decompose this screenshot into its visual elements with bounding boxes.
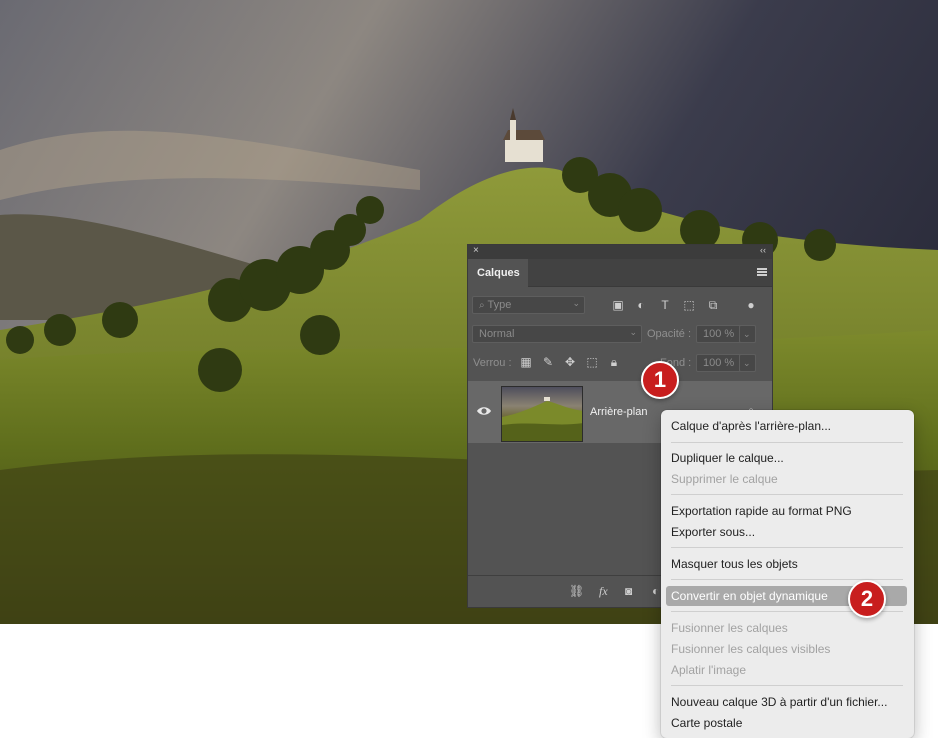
chevron-down-icon: ⌄ [629, 327, 637, 337]
adjustment-layer-icon[interactable]: ◐ [652, 584, 659, 598]
callout-badge-2: 2 [848, 580, 886, 618]
lock-all-icon[interactable]: 🔒︎ [607, 355, 621, 369]
callout-badge-1: 1 [641, 361, 679, 399]
menu-item-export-as[interactable]: Exporter sous... [671, 525, 755, 539]
filter-kind-select[interactable]: ⌕ Type ⌄ [472, 296, 585, 314]
menu-item-layer-from-background[interactable]: Calque d'après l'arrière-plan... [671, 419, 831, 433]
menu-separator [671, 685, 903, 686]
opacity-slider-button[interactable]: ⌄ [739, 325, 756, 343]
menu-item-postcard[interactable]: Carte postale [671, 716, 742, 730]
filter-kind-label: Type [487, 299, 512, 311]
lock-move-icon[interactable]: ✥ [563, 355, 577, 369]
panel-titlebar: × ‹‹ [468, 245, 772, 259]
menu-separator [671, 494, 903, 495]
fill-slider-button[interactable]: ⌄ [739, 354, 756, 372]
shape-filter-icon[interactable]: ⬚ [682, 298, 696, 312]
menu-item-delete-layer: Supprimer le calque [671, 472, 778, 486]
chevron-down-icon: ⌄ [743, 358, 751, 368]
layer-name[interactable]: Arrière-plan [590, 406, 647, 418]
layer-thumbnail[interactable] [501, 386, 583, 442]
opacity-label: Opacité : [647, 328, 692, 340]
panel-tabbar: Calques [468, 259, 772, 287]
lock-transparency-icon[interactable]: ▦ [519, 355, 533, 369]
tab-layers[interactable]: Calques [468, 259, 528, 287]
fx-icon[interactable]: fx [599, 584, 608, 599]
blend-mode-value: Normal [479, 328, 515, 340]
menu-item-new-3d-layer[interactable]: Nouveau calque 3D à partir d'un fichier.… [671, 695, 887, 709]
menu-separator [671, 442, 903, 443]
opacity-value: 100 % [703, 328, 735, 340]
menu-item-quick-export-png[interactable]: Exportation rapide au format PNG [671, 504, 852, 518]
chevron-down-icon: ⌄ [743, 329, 751, 339]
lock-artboard-icon[interactable]: ⬚ [585, 355, 599, 369]
menu-item-convert-to-smart-object[interactable]: Convertir en objet dynamique [671, 589, 828, 603]
add-mask-icon[interactable]: ◙ [625, 584, 632, 598]
menu-separator [671, 547, 903, 548]
visibility-eye-icon[interactable] [476, 404, 492, 418]
filter-row: ⌕ Type ⌄ ▣ ◐ T ⬚ ⧉ ● [468, 292, 772, 320]
thumbnail-image [502, 397, 582, 441]
adjustment-filter-icon[interactable]: ◐ [634, 298, 648, 312]
menu-item-merge-visible: Fusionner les calques visibles [671, 642, 831, 656]
menu-item-duplicate-layer[interactable]: Dupliquer le calque... [671, 451, 784, 465]
blend-row: Normal ⌄ Opacité : 100 % ⌄ [468, 321, 772, 349]
collapse-icon[interactable]: ‹‹ [760, 245, 766, 255]
link-layers-icon[interactable]: ⛓ [569, 584, 584, 598]
image-filter-icon[interactable]: ▣ [611, 298, 625, 312]
menu-item-hide-all-objects[interactable]: Masquer tous les objets [671, 557, 798, 571]
menu-item-flatten-image: Aplatir l'image [671, 663, 746, 677]
type-filter-icon[interactable]: T [658, 298, 672, 312]
chevron-down-icon: ⌄ [572, 298, 580, 308]
filter-toggle-icon[interactable]: ● [744, 298, 758, 312]
panel-menu-icon[interactable] [757, 268, 767, 276]
lock-row: Verrou : ▦ ✎ ✥ ⬚ 🔒︎ Fond : 100 % ⌄ [468, 350, 772, 378]
lock-paint-icon[interactable]: ✎ [541, 355, 555, 369]
menu-item-merge-layers: Fusionner les calques [671, 621, 788, 635]
blend-mode-select[interactable]: Normal ⌄ [472, 325, 642, 343]
fill-value: 100 % [703, 357, 735, 369]
lock-label: Verrou : [473, 357, 512, 369]
close-icon[interactable]: × [473, 245, 479, 256]
smart-object-filter-icon[interactable]: ⧉ [706, 298, 720, 312]
search-icon: ⌕ [479, 300, 485, 311]
layer-context-menu: Calque d'après l'arrière-plan... Dupliqu… [661, 410, 914, 738]
